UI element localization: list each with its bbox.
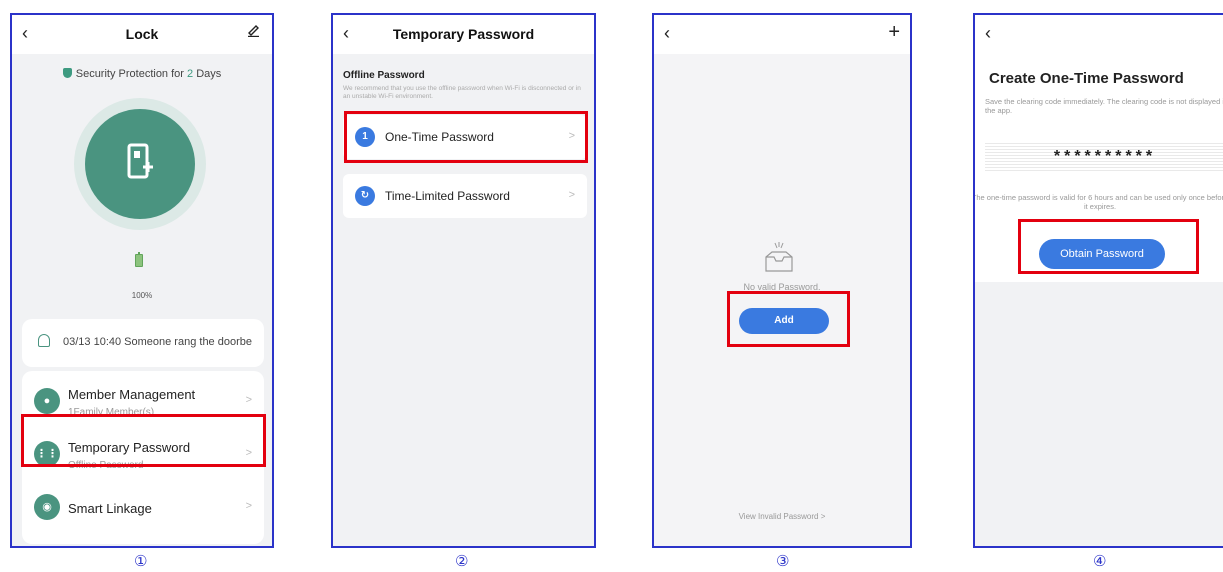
page-title: Lock xyxy=(125,26,159,42)
highlight-obtain-button xyxy=(1018,219,1199,274)
step-caption-1: ① xyxy=(134,553,148,570)
phone-screen-temporary-password: ‹ Temporary Password Offline Password We… xyxy=(331,13,596,548)
shield-icon xyxy=(62,68,72,78)
back-button[interactable]: ‹ xyxy=(664,24,670,42)
nav-bar: ‹ xyxy=(975,15,1223,54)
highlight-one-time-password xyxy=(344,111,588,163)
step-caption-4: ④ xyxy=(1093,553,1107,570)
lock-button[interactable] xyxy=(85,109,195,219)
notification-text: 03/13 10:40 Someone rang the doorbe xyxy=(63,336,252,348)
toggle-icon: ◉ xyxy=(34,494,60,520)
page-heading: Create One-Time Password xyxy=(989,70,1184,87)
validity-note: The one-time password is valid for 6 hou… xyxy=(973,193,1223,211)
door-lock-icon xyxy=(127,143,153,179)
notification-card[interactable]: 03/13 10:40 Someone rang the doorbe xyxy=(22,319,264,367)
battery-icon xyxy=(135,252,143,267)
security-status: Security Protection for 2 Days xyxy=(12,68,272,80)
nav-bar: ‹ Temporary Password xyxy=(333,15,594,54)
step-caption-3: ③ xyxy=(776,553,790,570)
bell-icon xyxy=(38,334,50,347)
item-label: Time-Limited Password xyxy=(385,189,510,203)
phone-screen-create-otp: ‹ Create One-Time Password Save the clea… xyxy=(973,13,1223,548)
smart-linkage-item[interactable]: ◉ Smart Linkage > xyxy=(22,483,264,533)
masked-password-display: ********** xyxy=(985,141,1223,171)
section-title: Offline Password xyxy=(343,70,425,81)
refresh-icon: ↻ xyxy=(355,186,375,206)
empty-inbox-icon xyxy=(765,242,793,272)
nav-bar: ‹ + xyxy=(654,15,910,54)
item-label: Smart Linkage xyxy=(68,501,152,516)
section-description: We recommend that you use the offline pa… xyxy=(343,85,581,100)
chevron-right-icon: > xyxy=(245,394,252,406)
nav-bar: ‹ Lock xyxy=(12,15,272,54)
add-icon[interactable]: + xyxy=(888,21,900,44)
security-suffix: Days xyxy=(193,68,222,80)
clearing-code-description: Save the clearing code immediately. The … xyxy=(985,97,1223,115)
item-label: Member Management xyxy=(68,387,196,402)
lock-status-ring[interactable] xyxy=(74,98,206,230)
battery-level: 100% xyxy=(131,291,153,300)
edit-button[interactable] xyxy=(247,24,260,41)
page-title: Temporary Password xyxy=(392,26,535,42)
chevron-right-icon: > xyxy=(568,189,575,201)
view-invalid-link[interactable]: View Invalid Password > xyxy=(654,512,910,521)
chevron-right-icon: > xyxy=(245,500,252,512)
step-caption-2: ② xyxy=(455,553,469,570)
security-prefix: Security Protection for xyxy=(75,68,188,80)
person-icon: ● xyxy=(34,388,60,414)
masked-password: ********** xyxy=(1053,148,1157,165)
highlight-add-button xyxy=(727,291,850,347)
pencil-icon xyxy=(248,25,259,38)
phone-screen-password-list: ‹ + No valid Password. Add View Invalid … xyxy=(652,13,912,548)
back-button[interactable]: ‹ xyxy=(985,24,991,42)
highlight-temporary-password xyxy=(21,414,266,467)
time-limited-password-item[interactable]: ↻ Time-Limited Password > xyxy=(343,174,587,218)
phone-screen-lock: ‹ Lock Security Protection for 2 Days 10… xyxy=(10,13,274,548)
